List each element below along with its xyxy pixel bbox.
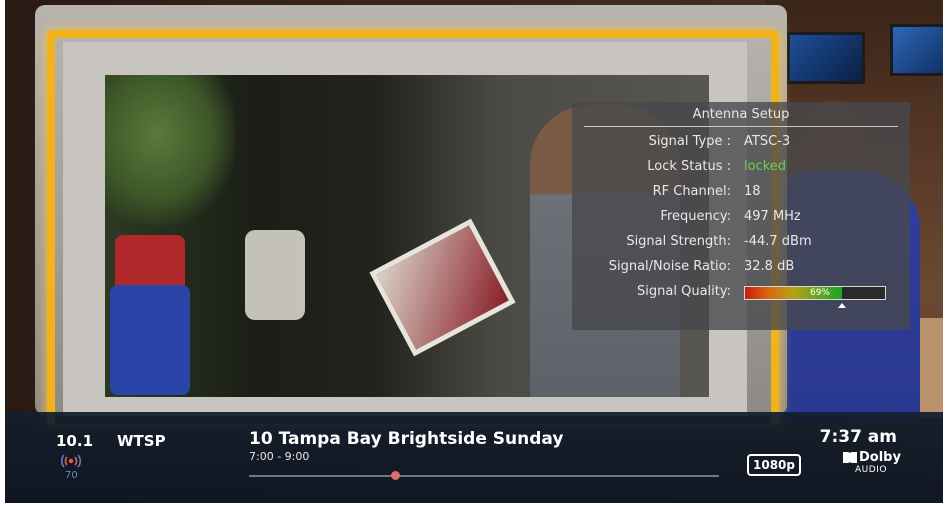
program-progress-indicator (391, 471, 400, 480)
antenna-setup-panel: Antenna Setup Signal Type : ATSC-3 Lock … (572, 102, 910, 330)
tv-screen: Antenna Setup Signal Type : ATSC-3 Lock … (5, 0, 943, 503)
video-white-chair (245, 230, 305, 320)
program-title: 10 Tampa Bay Brightside Sunday (249, 429, 564, 449)
video-framed-photo (369, 218, 516, 357)
row-label: Signal/Noise Ratio: (608, 259, 731, 274)
dolby-audio-label: AUDIO (855, 465, 887, 475)
lock-status-value: locked (744, 159, 787, 174)
panel-divider (584, 126, 898, 127)
dolby-label: Dolby (859, 450, 901, 465)
clock: 7:37 am (819, 427, 897, 447)
video-trees (105, 75, 235, 225)
program-time: 7:00 - 9:00 (249, 450, 310, 463)
row-frequency: Frequency: 497 MHz (572, 207, 910, 227)
broadcast-signal-icon (61, 454, 81, 468)
row-value: -44.7 dBm (744, 234, 812, 249)
row-signal-type: Signal Type : ATSC-3 (572, 132, 910, 152)
studio-monitor (890, 24, 943, 76)
row-value: 18 (744, 184, 761, 199)
dolby-logo-icon (843, 452, 857, 463)
row-value: ATSC-3 (744, 134, 791, 149)
signal-quality-marker (838, 303, 846, 308)
row-label: Frequency: (660, 209, 731, 224)
row-label: Signal Quality: (637, 284, 731, 299)
channel-name: WTSP (117, 432, 166, 450)
row-signal-strength: Signal Strength: -44.7 dBm (572, 232, 910, 252)
panel-title: Antenna Setup (692, 107, 790, 122)
row-snr: Signal/Noise Ratio: 32.8 dB (572, 257, 910, 277)
studio-monitor (787, 32, 865, 84)
signal-quality-percent: 69% (809, 288, 830, 298)
row-value: 497 MHz (744, 209, 801, 224)
row-signal-quality: Signal Quality: 69% (572, 282, 910, 308)
row-label: Signal Type : (648, 134, 731, 149)
channel-number: 10.1 (56, 432, 94, 450)
channel-info-bar: 10.1 WTSP 70 10 Tampa Bay Brightside Sun… (5, 412, 943, 503)
signal-number: 70 (65, 470, 78, 481)
signal-quality-meter: 69% (744, 286, 886, 308)
resolution-badge: 1080p (747, 454, 801, 476)
row-label: Lock Status : (647, 159, 731, 174)
dolby-audio-badge: Dolby AUDIO (843, 450, 901, 480)
row-rf-channel: RF Channel: 18 (572, 182, 910, 202)
row-lock-status: Lock Status : locked (572, 157, 910, 177)
program-progress-track (249, 475, 719, 477)
row-label: RF Channel: (652, 184, 731, 199)
row-label: Signal Strength: (626, 234, 731, 249)
video-blue-chair (110, 285, 190, 395)
row-value: 32.8 dB (744, 259, 795, 274)
